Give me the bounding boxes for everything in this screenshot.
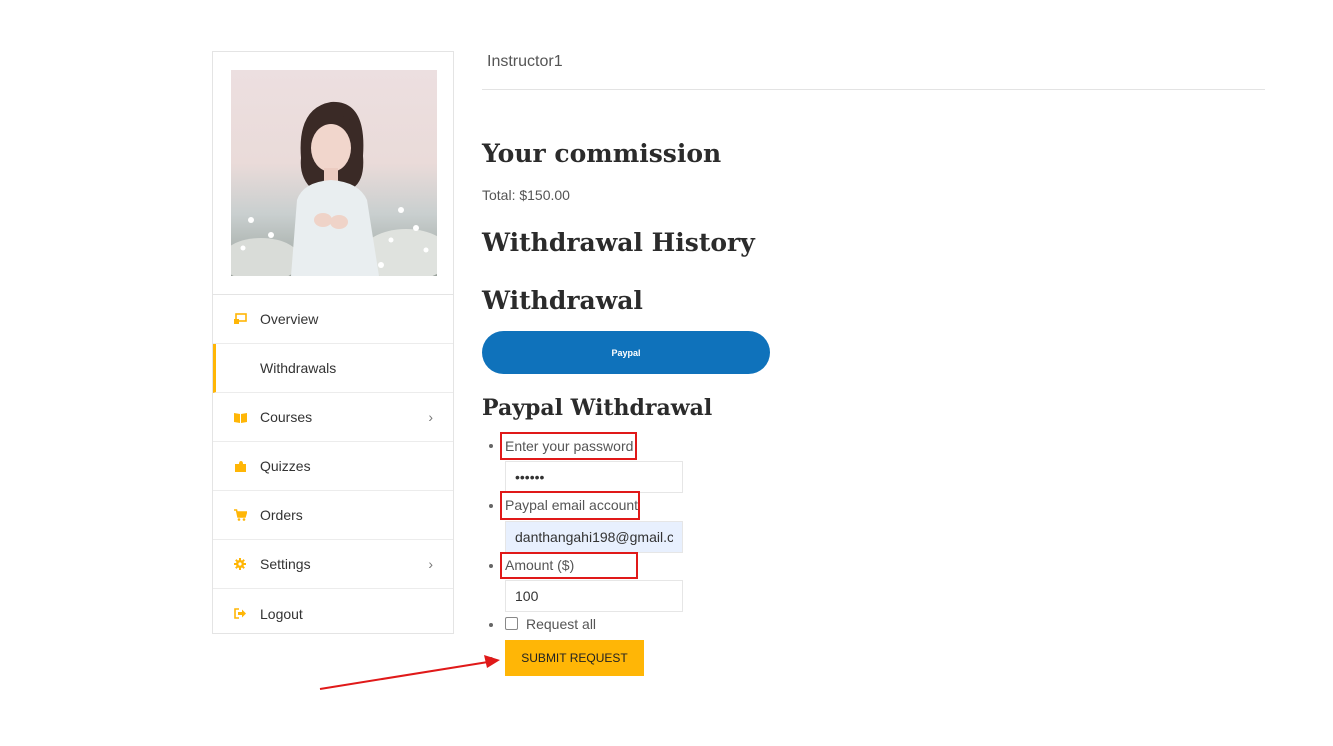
chevron-right-icon: ›: [428, 556, 433, 572]
sidebar-item-courses[interactable]: Courses ›: [213, 393, 453, 442]
cart-icon: [233, 508, 247, 522]
amount-field[interactable]: [505, 580, 683, 612]
overview-icon: [233, 312, 247, 326]
chevron-right-icon: ›: [428, 409, 433, 425]
sidebar-item-label: Settings: [260, 556, 311, 572]
paypal-email-field[interactable]: [505, 521, 683, 553]
annotation-box: [500, 491, 640, 520]
avatar: [231, 70, 437, 276]
annotation-box: [500, 432, 637, 460]
sidebar-item-label: Withdrawals: [260, 360, 337, 376]
sidebar-item-label: Orders: [260, 507, 303, 523]
withdrawal-title: Withdrawal: [482, 286, 643, 315]
sidebar-item-label: Overview: [260, 311, 319, 327]
list-bullet: [489, 657, 493, 661]
profile-username: Instructor1: [487, 53, 563, 70]
submit-request-button[interactable]: SUBMIT REQUEST: [505, 640, 644, 676]
request-all-label: Request all: [526, 616, 597, 632]
sidebar-item-orders[interactable]: Orders: [213, 491, 453, 540]
request-all-checkbox[interactable]: [505, 617, 518, 630]
avatar-section: [213, 52, 453, 295]
commission-total: Total: $150.00: [482, 187, 570, 203]
sidebar-item-withdrawals[interactable]: Withdrawals: [213, 344, 453, 393]
list-bullet: [489, 623, 493, 627]
list-bullet: [489, 444, 493, 448]
paypal-method-button[interactable]: Paypal: [482, 331, 770, 374]
gear-icon: [233, 557, 247, 571]
sidebar-item-logout[interactable]: Logout: [213, 589, 453, 638]
sidebar-item-overview[interactable]: Overview: [213, 295, 453, 344]
password-field[interactable]: [505, 461, 683, 493]
paypal-withdrawal-title: Paypal Withdrawal: [482, 395, 713, 421]
sidebar-item-label: Logout: [260, 605, 303, 622]
divider: [482, 89, 1265, 90]
book-icon: [233, 410, 247, 424]
logout-icon: [233, 607, 247, 621]
commission-title: Your commission: [482, 139, 722, 168]
sidebar-item-label: Quizzes: [260, 458, 311, 474]
list-bullet: [489, 504, 493, 508]
annotation-box: [500, 552, 638, 579]
sidebar-item-quizzes[interactable]: Quizzes: [213, 442, 453, 491]
sidebar-item-settings[interactable]: Settings ›: [213, 540, 453, 589]
puzzle-icon: [233, 459, 247, 473]
sidebar-item-label: Courses: [260, 409, 313, 425]
list-bullet: [489, 564, 493, 568]
withdrawal-history-title: Withdrawal History: [482, 228, 755, 257]
account-sidebar: Overview Withdrawals Courses › Quizzes O…: [212, 51, 454, 634]
